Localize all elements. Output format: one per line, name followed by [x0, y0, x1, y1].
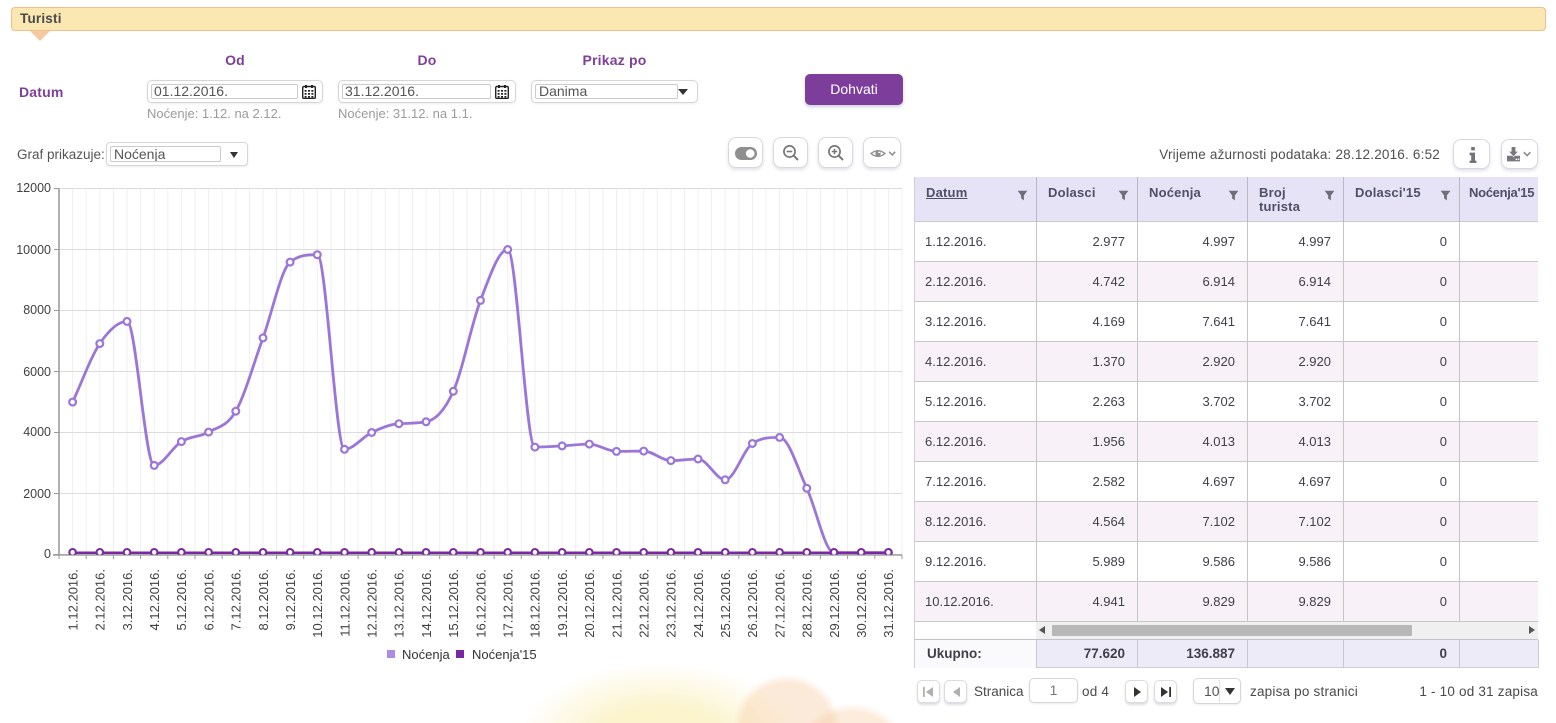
svg-text:31.12.2016.: 31.12.2016.	[881, 569, 896, 638]
svg-text:Noćenja'15: Noćenja'15	[472, 647, 537, 662]
svg-text:8.12.2016.: 8.12.2016.	[256, 569, 271, 630]
svg-text:28.12.2016.: 28.12.2016.	[800, 569, 815, 638]
svg-text:4.12.2016.: 4.12.2016.	[147, 569, 162, 630]
svg-text:26.12.2016.: 26.12.2016.	[745, 569, 760, 638]
svg-text:2000: 2000	[23, 487, 51, 501]
svg-text:24.12.2016.: 24.12.2016.	[691, 569, 706, 638]
svg-text:0: 0	[44, 547, 51, 561]
svg-text:9.12.2016.: 9.12.2016.	[283, 569, 298, 630]
svg-text:27.12.2016.: 27.12.2016.	[772, 569, 787, 638]
svg-text:12.12.2016.: 12.12.2016.	[365, 569, 380, 638]
svg-text:22.12.2016.: 22.12.2016.	[637, 569, 652, 638]
svg-text:29.12.2016.: 29.12.2016.	[827, 569, 842, 638]
svg-text:5.12.2016.: 5.12.2016.	[174, 569, 189, 630]
svg-text:23.12.2016.: 23.12.2016.	[664, 569, 679, 638]
svg-text:10.12.2016.: 10.12.2016.	[310, 569, 325, 638]
svg-text:20.12.2016.: 20.12.2016.	[582, 569, 597, 638]
svg-text:30.12.2016.: 30.12.2016.	[854, 569, 869, 638]
svg-text:7.12.2016.: 7.12.2016.	[229, 569, 244, 630]
svg-text:Noćenja: Noćenja	[402, 647, 450, 662]
svg-text:4000: 4000	[23, 425, 51, 439]
svg-text:25.12.2016.: 25.12.2016.	[718, 569, 733, 638]
svg-text:10000: 10000	[16, 243, 51, 257]
svg-text:3.12.2016.: 3.12.2016.	[120, 569, 135, 630]
svg-text:1.12.2016.: 1.12.2016.	[65, 569, 80, 630]
svg-text:13.12.2016.: 13.12.2016.	[392, 569, 407, 638]
svg-text:15.12.2016.: 15.12.2016.	[446, 569, 461, 638]
svg-text:6000: 6000	[23, 365, 51, 379]
svg-text:12000: 12000	[16, 181, 51, 195]
svg-text:19.12.2016.: 19.12.2016.	[555, 569, 570, 638]
svg-text:17.12.2016.: 17.12.2016.	[501, 569, 516, 638]
svg-text:18.12.2016.: 18.12.2016.	[528, 569, 543, 638]
svg-text:11.12.2016.: 11.12.2016.	[337, 569, 352, 637]
svg-text:16.12.2016.: 16.12.2016.	[473, 569, 488, 638]
svg-text:2.12.2016.: 2.12.2016.	[93, 569, 108, 630]
svg-text:21.12.2016.: 21.12.2016.	[609, 569, 624, 638]
svg-text:6.12.2016.: 6.12.2016.	[201, 569, 216, 630]
svg-text:14.12.2016.: 14.12.2016.	[419, 569, 434, 638]
svg-text:8000: 8000	[23, 303, 51, 317]
